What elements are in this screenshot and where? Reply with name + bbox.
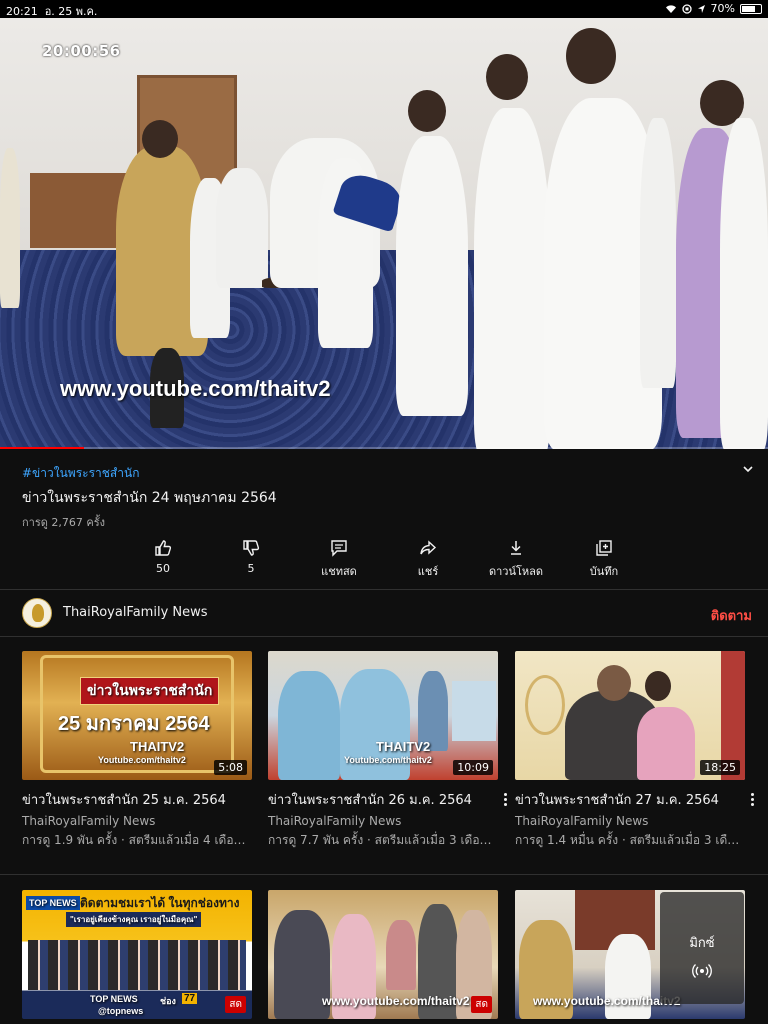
download-icon [511, 541, 521, 555]
thumbs-down-icon [243, 540, 260, 556]
thumbnail-url-text: www.youtube.com/thaitv2 [322, 994, 470, 1008]
related-video-meta: การดู 7.7 พัน ครั้ง · สตรีมแล้วเมื่อ 3 เ… [268, 833, 498, 847]
live-chat-label: แชทสด [321, 565, 357, 578]
more-options-icon[interactable] [747, 791, 757, 807]
save-button[interactable]: บันทึก [564, 538, 644, 580]
video-timestamp-overlay: 20:00:56 [42, 42, 121, 60]
video-title: ข่าวในพระราชสำนัก 24 พฤษภาคม 2564 [22, 490, 277, 506]
video-duration: 10:09 [453, 760, 493, 775]
status-date: อ. 25 พ.ค. [44, 5, 98, 18]
video-thumbnail[interactable]: TOP NEWS ติดตามชมเราได้ ในทุกช่องทาง "เร… [22, 890, 252, 1019]
download-button[interactable]: ดาวน์โหลด [476, 538, 556, 580]
live-badge: สด [471, 996, 492, 1013]
battery-icon [740, 3, 762, 14]
video-progress-bar[interactable] [0, 447, 768, 449]
thumbnail-channel-number: 77 [182, 993, 198, 1004]
radio-icon [692, 964, 712, 978]
video-hashtag[interactable]: #ข่าวในพระราชสำนัก [22, 464, 139, 483]
video-watermark: www.youtube.com/thaitv2 [60, 376, 331, 401]
status-time: 20:21 [6, 5, 38, 18]
like-count: 50 [156, 562, 170, 575]
thumbnail-date-text: 25 มกราคม 2564 [58, 713, 210, 735]
video-thumbnail[interactable]: THAITV2 Youtube.com/thaitv2 10:09 [268, 651, 498, 780]
dislike-button[interactable]: 5 [211, 538, 291, 575]
live-badge: สด [225, 996, 246, 1013]
related-video-title: ข่าวในพระราชสำนัก 27 ม.ค. 2564 [515, 793, 719, 808]
more-options-icon[interactable] [500, 791, 510, 807]
related-video-channel: ThaiRoyalFamily News [268, 814, 402, 828]
thumbnail-footer-handle: @topnews [98, 1006, 144, 1016]
rotation-lock-icon [681, 3, 692, 14]
related-video-channel: ThaiRoyalFamily News [22, 814, 156, 828]
thumbnail-banner-text: ข่าวในพระราชสำนัก [80, 677, 220, 705]
related-video-title: ข่าวในพระราชสำนัก 25 ม.ค. 2564 [22, 793, 226, 808]
thumbs-up-icon [155, 540, 172, 556]
thumbnail-channel-label: ช่อง [160, 996, 176, 1006]
video-thumbnail[interactable]: ข่าวในพระราชสำนัก 25 มกราคม 2564 THAITV2… [22, 651, 252, 780]
related-video-card[interactable]: THAITV2 Youtube.com/thaitv2 10:09 ข่าวใน… [268, 651, 507, 850]
chevron-down-icon[interactable] [741, 462, 755, 476]
related-video-title: ข่าวในพระราชสำนัก 26 ม.ค. 2564 [268, 793, 472, 808]
related-video-card[interactable]: 18:25 ข่าวในพระราชสำนัก 27 ม.ค. 2564 Tha… [515, 651, 754, 850]
related-video-meta: การดู 1.4 หมื่น ครั้ง · สตรีมแล้วเมื่อ 3… [515, 833, 745, 847]
live-chat-button[interactable]: แชทสด [299, 538, 379, 580]
video-thumbnail[interactable]: www.youtube.com/thaitv2 สด [268, 890, 498, 1019]
mix-label: มิกซ์ [689, 936, 715, 951]
related-video-channel: ThaiRoyalFamily News [515, 814, 649, 828]
video-duration: 18:25 [700, 760, 740, 775]
live-video-card[interactable]: www.youtube.com/thaitv2 สด [268, 890, 498, 1019]
save-icon [596, 540, 612, 556]
channel-name[interactable]: ThaiRoyalFamily News [63, 605, 208, 620]
thumbnail-subline-text: "เราอยู่เคียงข้างคุณ เราอยู่ในมือคุณ" [66, 912, 202, 927]
battery-percent: 70% [710, 2, 735, 15]
wifi-icon [665, 4, 676, 13]
share-button[interactable]: แชร์ [388, 538, 468, 580]
video-player[interactable]: 20:00:56 www.youtube.com/thaitv2 [0, 18, 768, 449]
subscribe-button[interactable]: ติดตาม [711, 605, 752, 626]
thumbnail-brand-text: TOP NEWS [26, 896, 80, 910]
chat-icon [331, 540, 347, 557]
like-button[interactable]: 50 [123, 538, 203, 575]
thumbnail-headline-text: ติดตามชมเราได้ ในทุกช่องทาง [80, 896, 240, 910]
thumbnail-logo-text: THAITV2 [376, 739, 431, 754]
status-bar: 20:21 อ. 25 พ.ค. 70% [0, 0, 768, 18]
dislike-count: 5 [247, 562, 255, 575]
divider [0, 636, 768, 637]
thumbnail-url-text: Youtube.com/thaitv2 [344, 755, 432, 765]
mix-overlay[interactable]: มิกซ์ [660, 892, 744, 1004]
thumbnail-url-text: Youtube.com/thaitv2 [98, 755, 186, 765]
thumbnail-url-text: www.youtube.com/thaitv2 [533, 994, 681, 1008]
channel-avatar[interactable] [22, 598, 52, 628]
thumbnail-logo-text: THAITV2 [130, 739, 185, 754]
download-label: ดาวน์โหลด [488, 565, 544, 578]
video-duration: 5:08 [214, 760, 247, 775]
channel-row: ThaiRoyalFamily News ติดตาม [0, 590, 768, 636]
thumbnail-footer-brand: TOP NEWS [90, 994, 138, 1004]
action-row: 50 5 แชทสด แชร์ ดาวน์โหลด บันทึก [0, 538, 768, 584]
live-video-card[interactable]: TOP NEWS ติดตามชมเราได้ ในทุกช่องทาง "เร… [22, 890, 252, 1019]
video-views: การดู 2,767 ครั้ง [22, 516, 106, 529]
save-label: บันทึก [589, 565, 619, 578]
related-video-card[interactable]: ข่าวในพระราชสำนัก 25 มกราคม 2564 THAITV2… [22, 651, 252, 850]
related-video-meta: การดู 1.9 พัน ครั้ง · สตรีมแล้วเมื่อ 4 เ… [22, 833, 252, 847]
location-icon [697, 4, 705, 13]
share-label: แชร์ [417, 565, 439, 578]
divider [0, 874, 768, 875]
share-icon [420, 540, 437, 555]
video-thumbnail[interactable]: 18:25 [515, 651, 745, 780]
